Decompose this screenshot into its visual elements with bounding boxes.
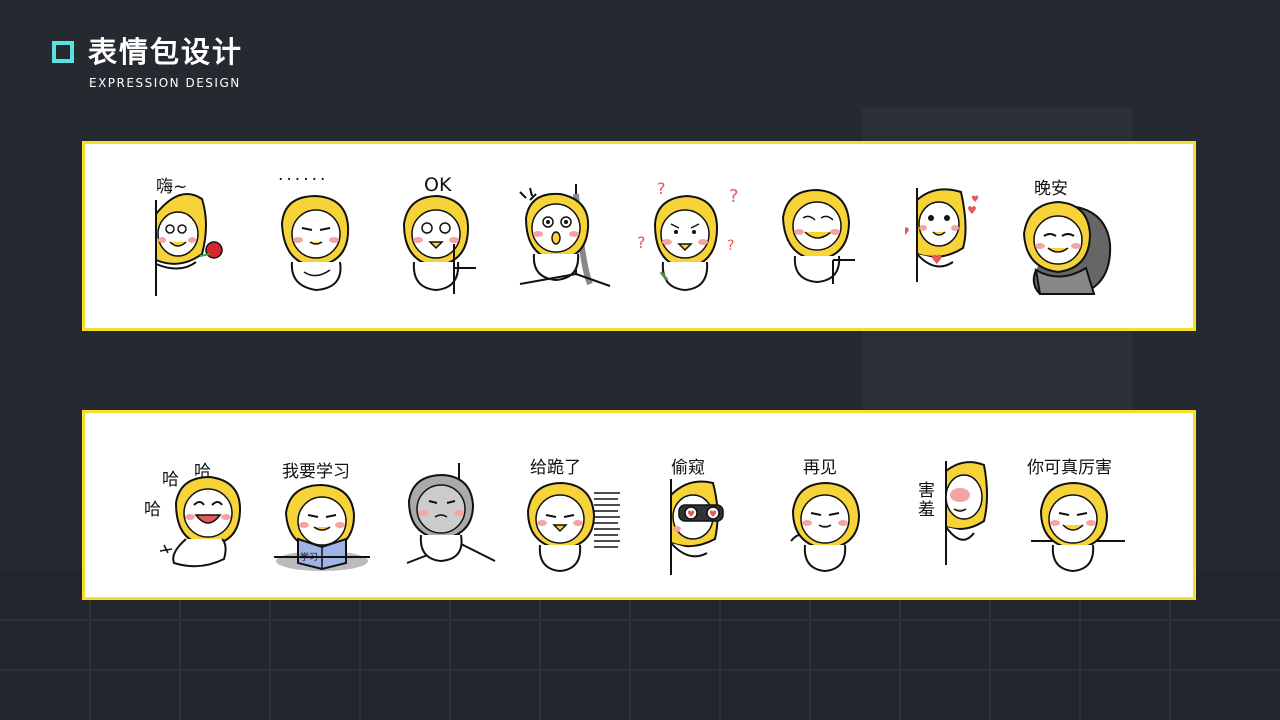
character-kneeling-icon (526, 481, 620, 573)
character-love-peek-icon: ♥ ♥ ♥ ♥ (905, 188, 979, 282)
page-subtitle: EXPRESSION DESIGN (89, 76, 241, 90)
background-decoration (0, 108, 1280, 720)
character-binoculars-icon: ♥ ♥ (670, 479, 724, 575)
sticker-panel-row-2: 哈 哈 哈 我要学习 学习 (82, 410, 1196, 600)
character-speechless-icon (280, 194, 350, 292)
sticker-speechless: ······ (270, 144, 390, 328)
svg-text:♥: ♥ (709, 510, 717, 520)
sticker-surprised (510, 144, 630, 328)
svg-text:♥: ♥ (931, 253, 943, 268)
svg-text:?: ? (657, 179, 666, 198)
svg-text:♥: ♥ (905, 225, 910, 239)
character-ok-icon (402, 194, 476, 294)
sticker-confused: ? ? ? ? (633, 144, 753, 328)
character-smug-icon (781, 188, 855, 284)
sticker-bye: 再见 (785, 413, 905, 597)
character-waving-icon (790, 481, 861, 573)
sticker-shy: 害羞 (910, 413, 1030, 597)
character-sad-corner-icon (406, 463, 496, 564)
character-laughing-icon (159, 475, 242, 568)
sticker-ok: OK (390, 144, 510, 328)
page-title: 表情包设计 (88, 35, 244, 69)
sticker-panel-row-1: 嗨~ ······ OK ? ? ? ? ♥ ♥ ♥ 晚安 (82, 141, 1196, 331)
character-reading-book-icon: 学习 (274, 483, 370, 571)
character-surprised-icon (519, 184, 611, 287)
square-icon (52, 41, 74, 63)
sticker-amazing: 你可真厉害 (1025, 413, 1145, 597)
svg-text:♥: ♥ (687, 510, 695, 520)
sticker-peeking: 偷窥 ♥ ♥ (655, 413, 775, 597)
svg-text:♥: ♥ (967, 204, 977, 217)
character-impressed-icon (1031, 481, 1125, 573)
svg-text:?: ? (637, 233, 646, 252)
sticker-smug (775, 144, 895, 328)
svg-text:♥: ♥ (971, 195, 979, 205)
sticker-studying: 我要学习 学习 (270, 413, 390, 597)
sticker-hi: 嗨~ (140, 144, 260, 328)
sticker-good-night: 晚安 (1020, 144, 1140, 328)
sticker-love-peek: ♥ ♥ ♥ ♥ (905, 144, 1025, 328)
sticker-sad-corner (395, 413, 515, 597)
character-confused-icon: ? ? ? ? (637, 179, 739, 292)
svg-text:?: ? (727, 238, 734, 254)
character-shy-icon (945, 461, 988, 565)
svg-text:?: ? (729, 186, 739, 207)
sticker-laughing: 哈 哈 哈 (140, 413, 260, 597)
character-peek-rose-icon (155, 193, 223, 296)
title-row: 表情包设计 (52, 34, 243, 70)
page-header: 表情包设计 EXPRESSION DESIGN (52, 34, 243, 90)
character-blanket-icon (1022, 200, 1112, 295)
sticker-kneeling: 给跪了 (520, 413, 640, 597)
